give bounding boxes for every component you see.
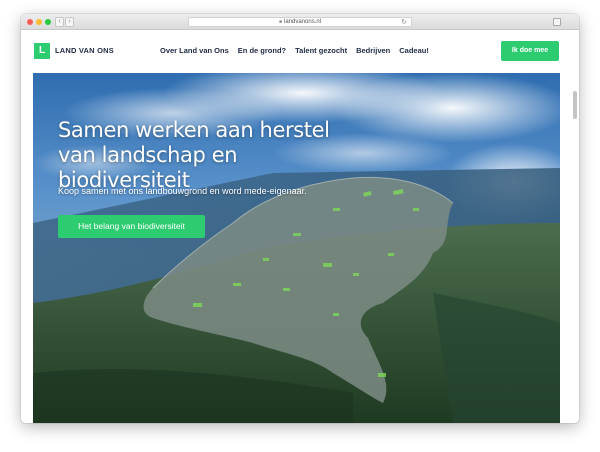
- main-nav: Over Land van Ons En de grond? Talent ge…: [160, 46, 429, 56]
- url-text: landvanons.nl: [284, 19, 322, 25]
- tabs-overview-button[interactable]: [553, 18, 561, 26]
- chevron-left-icon: ‹: [58, 18, 61, 25]
- zoom-window-button[interactable]: [45, 19, 51, 25]
- nav-item-en-de-grond[interactable]: En de grond?: [238, 46, 286, 56]
- biodiversity-button[interactable]: Het belang van biodiversiteit: [58, 215, 205, 238]
- page-scrollbar[interactable]: [573, 91, 577, 119]
- browser-window: ‹ › ■ landvanons.nl ↻ L LAND VAN ONS Over…: [21, 14, 579, 423]
- logo-text[interactable]: LAND VAN ONS: [55, 45, 114, 57]
- site-header: L LAND VAN ONS Over Land van Ons En de g…: [21, 31, 579, 73]
- minimize-window-button[interactable]: [36, 19, 42, 25]
- close-window-button[interactable]: [27, 19, 33, 25]
- hero-subtitle: Koop samen met ons landbouwgrond en word…: [58, 186, 307, 196]
- logo-mark[interactable]: L: [34, 43, 50, 59]
- chevron-right-icon: ›: [68, 18, 71, 25]
- nav-item-over-land-van-ons[interactable]: Over Land van Ons: [160, 46, 229, 56]
- forward-button[interactable]: ›: [65, 17, 74, 27]
- back-button[interactable]: ‹: [55, 17, 64, 27]
- join-button[interactable]: Ik doe mee: [501, 41, 559, 61]
- nav-item-bedrijven[interactable]: Bedrijven: [356, 46, 390, 56]
- nav-item-talent-gezocht[interactable]: Talent gezocht: [295, 46, 347, 56]
- browser-toolbar: ‹ › ■ landvanons.nl ↻: [21, 14, 579, 30]
- address-bar[interactable]: ■ landvanons.nl ↻: [188, 17, 412, 27]
- reload-icon[interactable]: ↻: [401, 18, 407, 27]
- hero-title: Samen werken aan herstel van landschap e…: [58, 118, 330, 192]
- hero-section: Samen werken aan herstel van landschap e…: [33, 73, 560, 423]
- web-page: L LAND VAN ONS Over Land van Ons En de g…: [21, 31, 579, 423]
- lock-icon: ■: [278, 19, 282, 25]
- nav-item-cadeau[interactable]: Cadeau!: [399, 46, 429, 56]
